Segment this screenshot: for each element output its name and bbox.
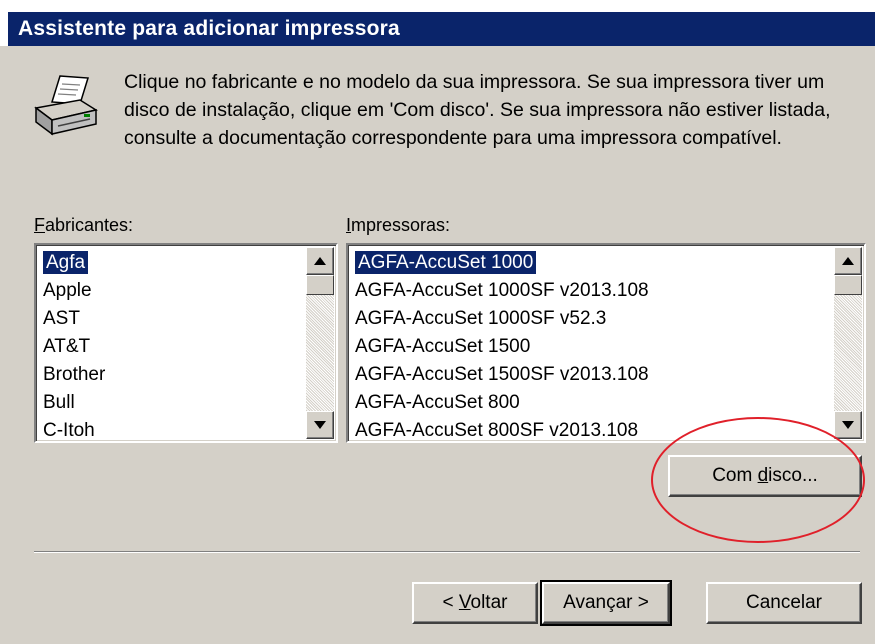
- list-item-label: Agfa: [41, 250, 90, 275]
- list-item-label: AGFA-AccuSet 1000SF v2013.108: [355, 280, 649, 301]
- list-item-label: AT&T: [43, 336, 91, 357]
- printers-scrollbar[interactable]: [834, 247, 862, 439]
- list-item[interactable]: AGFA-AccuSet 1000SF v2013.108: [352, 277, 832, 305]
- list-item[interactable]: AT&T: [40, 333, 304, 361]
- list-item-label: AGFA-AccuSet 1000SF v52.3: [355, 308, 607, 329]
- next-label: Avançar >: [563, 592, 649, 613]
- list-item[interactable]: Bull: [40, 389, 304, 417]
- printers-scroll-thumb[interactable]: [834, 275, 862, 295]
- cancel-button[interactable]: Cancelar: [706, 582, 862, 624]
- printers-list: AGFA-AccuSet 1000 AGFA-AccuSet 1000SF v20…: [352, 249, 832, 441]
- back-label-pre: <: [442, 592, 459, 613]
- list-item[interactable]: AGFA-AccuSet 800: [352, 389, 832, 417]
- manufacturers-list: Agfa Apple AST AT&T Brother Bull C-Itoh: [40, 249, 304, 441]
- window-title: Assistente para adicionar impressora: [18, 17, 400, 40]
- list-item-label: Bull: [43, 392, 75, 413]
- list-item-label: C-Itoh: [43, 420, 95, 441]
- list-item-label: AGFA-AccuSet 800SF v2013.108: [355, 420, 639, 441]
- add-printer-wizard-window: Assistente para adicionar impressora Cli…: [0, 0, 875, 644]
- manufacturers-label-mnemonic: F: [34, 215, 45, 235]
- list-item-label: Apple: [43, 280, 92, 301]
- next-button[interactable]: Avançar >: [540, 580, 672, 626]
- list-item-label: Brother: [43, 364, 106, 385]
- scroll-down-icon: [842, 421, 854, 429]
- printers-scroll-up-button[interactable]: [834, 247, 862, 275]
- manufacturers-listbox[interactable]: Agfa Apple AST AT&T Brother Bull C-Itoh: [34, 243, 338, 443]
- printers-label-rest: mpressoras:: [351, 215, 451, 235]
- list-item[interactable]: AGFA-AccuSet 800SF v2013.108: [352, 417, 832, 441]
- scroll-up-icon: [314, 257, 326, 265]
- back-button[interactable]: < Voltar: [412, 582, 538, 624]
- list-item[interactable]: C-Itoh: [40, 417, 304, 441]
- button-separator: [34, 551, 860, 553]
- have-disk-label-post: isco...: [768, 465, 818, 486]
- manufacturers-label: Fabricantes:: [34, 215, 133, 236]
- back-label-mnemonic: V: [458, 592, 471, 613]
- list-item[interactable]: AST: [40, 305, 304, 333]
- titlebar: Assistente para adicionar impressora: [0, 0, 875, 46]
- have-disk-label-pre: Com: [712, 465, 758, 486]
- list-item-label: AGFA-AccuSet 800: [355, 392, 520, 413]
- manufacturers-scroll-down-button[interactable]: [306, 411, 334, 439]
- printer-icon: [34, 75, 98, 136]
- titlebar-bar[interactable]: Assistente para adicionar impressora: [8, 12, 875, 46]
- back-label: < Voltar: [414, 592, 536, 614]
- list-item[interactable]: Brother: [40, 361, 304, 389]
- have-disk-label-mnemonic: d: [757, 465, 769, 486]
- have-disk-button[interactable]: Com disco...: [668, 455, 862, 497]
- list-item[interactable]: Apple: [40, 277, 304, 305]
- have-disk-label: Com disco...: [670, 465, 860, 487]
- printers-listbox[interactable]: AGFA-AccuSet 1000 AGFA-AccuSet 1000SF v20…: [346, 243, 866, 443]
- manufacturers-scroll-up-button[interactable]: [306, 247, 334, 275]
- printers-scroll-down-button[interactable]: [834, 411, 862, 439]
- back-label-post: oltar: [470, 592, 508, 613]
- list-item[interactable]: AGFA-AccuSet 1000SF v52.3: [352, 305, 832, 333]
- list-item-label: AGFA-AccuSet 1000: [353, 250, 538, 275]
- intro-text: Clique no fabricante e no modelo da sua …: [124, 71, 831, 149]
- list-item[interactable]: AGFA-AccuSet 1500SF v2013.108: [352, 361, 832, 389]
- list-item-label: AGFA-AccuSet 1500: [355, 336, 531, 357]
- cancel-label: Cancelar: [745, 592, 823, 613]
- manufacturers-scroll-thumb[interactable]: [306, 275, 334, 295]
- manufacturers-label-rest: abricantes:: [45, 215, 134, 235]
- list-item-label: AGFA-AccuSet 1500SF v2013.108: [355, 364, 649, 385]
- printers-label: Impressoras:: [346, 215, 450, 236]
- list-item[interactable]: AGFA-AccuSet 1000: [352, 249, 832, 277]
- list-item[interactable]: AGFA-AccuSet 1500: [352, 333, 832, 361]
- list-item-label: AST: [43, 308, 80, 329]
- manufacturers-scrollbar[interactable]: [306, 247, 334, 439]
- scroll-down-icon: [314, 421, 326, 429]
- scroll-up-icon: [842, 257, 854, 265]
- list-item[interactable]: Agfa: [40, 249, 304, 277]
